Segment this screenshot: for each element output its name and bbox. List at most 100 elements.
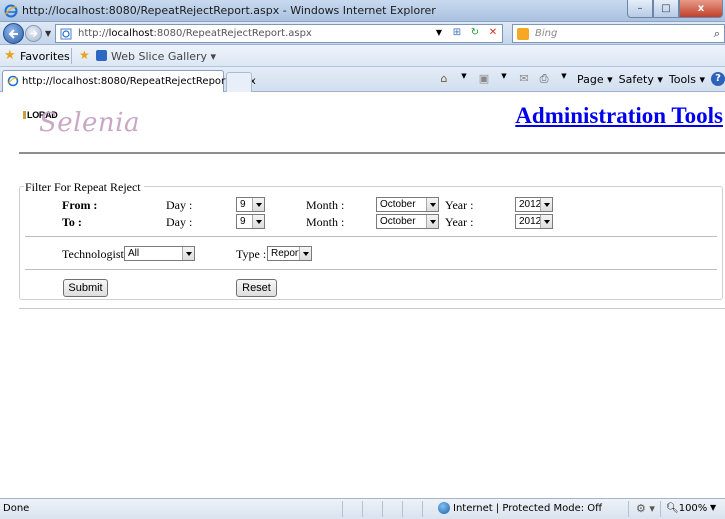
address-field[interactable]: http://localhost:8080/RepeatRejectReport…: [55, 24, 503, 43]
to-day-value: 9: [240, 216, 246, 227]
chevron-down-icon: [252, 198, 264, 211]
page-menu[interactable]: Page ▾: [577, 73, 613, 86]
address-dropdown-icon[interactable]: ▼: [432, 26, 446, 40]
search-icon[interactable]: ⌕: [714, 27, 720, 41]
filter-legend: Filter For Repeat Reject: [24, 180, 144, 195]
internet-zone-icon: [438, 502, 450, 514]
bing-icon: [517, 28, 529, 40]
to-year-label: Year :: [445, 215, 474, 229]
technologist-label: Technologist :: [62, 247, 131, 261]
chevron-down-icon: [426, 198, 438, 211]
stop-icon[interactable]: ✕: [486, 26, 500, 40]
filter-divider-1: [25, 236, 717, 237]
tools-menu[interactable]: Tools ▾: [669, 73, 705, 86]
url-text: http://localhost:8080/RepeatRejectReport…: [78, 28, 312, 39]
forward-arrow-icon: [30, 29, 38, 38]
from-month-label: Month :: [306, 198, 345, 212]
filter-fieldset: [19, 186, 723, 300]
administration-tools-link[interactable]: Administration Tools: [515, 103, 723, 129]
status-separator: [660, 501, 661, 517]
from-label: From :: [62, 198, 98, 212]
status-separator: [628, 501, 629, 517]
mail-icon[interactable]: ✉: [517, 72, 531, 86]
status-separator: [422, 501, 423, 517]
home-dropdown-icon[interactable]: ▼: [457, 72, 471, 86]
status-separator: [362, 501, 363, 517]
to-day-select[interactable]: 9: [236, 214, 265, 229]
chevron-down-icon: [426, 215, 438, 228]
favorites-star-icon[interactable]: ★: [4, 48, 16, 63]
from-month-select[interactable]: October: [376, 197, 439, 212]
search-box[interactable]: Bing ⌕: [512, 24, 725, 43]
status-separator: [402, 501, 403, 517]
close-button[interactable]: x: [679, 0, 723, 18]
search-placeholder: Bing: [535, 28, 558, 39]
chevron-down-icon: [540, 198, 552, 211]
compatibility-view-icon[interactable]: ⊞: [450, 26, 464, 40]
command-bar: ⌂ ▼ ▣ ▼ ✉ ⎙ ▼ Page ▾ Safety ▾ Tools ▾ ?: [437, 72, 725, 86]
back-button[interactable]: [3, 23, 24, 44]
to-day-label: Day :: [166, 215, 193, 229]
tab-current[interactable]: http://localhost:8080/RepeatRejectReport…: [2, 70, 256, 92]
favorites-button[interactable]: Favorites: [20, 50, 70, 63]
to-year-select[interactable]: 2012: [515, 214, 553, 229]
forward-button[interactable]: [25, 25, 42, 42]
type-label: Type :: [236, 247, 267, 261]
window-controls: – □ x: [627, 0, 723, 19]
recent-pages-dropdown-icon[interactable]: ▼: [45, 29, 51, 38]
print-icon[interactable]: ⎙: [537, 72, 551, 86]
to-label: To :: [62, 215, 82, 229]
from-year-value: 2012: [519, 199, 542, 210]
refresh-icon[interactable]: ↻: [468, 26, 482, 40]
help-icon[interactable]: ?: [711, 72, 725, 86]
chevron-down-icon: [252, 215, 264, 228]
status-separator: [382, 501, 383, 517]
back-arrow-icon: [8, 29, 18, 39]
chevron-down-icon: [299, 247, 311, 260]
safety-menu[interactable]: Safety ▾: [619, 73, 663, 86]
type-select[interactable]: Report: [267, 246, 312, 261]
from-day-label: Day :: [166, 198, 193, 212]
to-year-value: 2012: [519, 216, 542, 227]
filter-divider-2: [25, 269, 717, 270]
chevron-down-icon: [182, 247, 194, 260]
header-divider: [19, 152, 725, 154]
tab-bar: http://localhost:8080/RepeatRejectReport…: [0, 67, 725, 92]
ie-logo-icon: [4, 4, 18, 18]
minimize-button[interactable]: –: [627, 0, 653, 18]
page-content: LORAD Selenia Administration Tools Filte…: [0, 92, 725, 498]
protected-mode-icon[interactable]: ⚙ ▾: [636, 502, 655, 515]
zoom-dropdown-icon[interactable]: ▼: [710, 503, 716, 512]
status-text: Done: [3, 503, 30, 514]
selenia-wordmark: Selenia: [39, 108, 140, 138]
feeds-dropdown-icon[interactable]: ▼: [497, 72, 511, 86]
window-title-bar: http://localhost:8080/RepeatRejectReport…: [0, 0, 725, 22]
reset-button[interactable]: Reset: [236, 279, 277, 297]
lorad-mark-icon: [23, 111, 26, 119]
technologist-select[interactable]: All: [124, 246, 195, 261]
security-zone-text[interactable]: Internet | Protected Mode: Off: [453, 503, 602, 514]
zoom-level[interactable]: 🔍︎100%: [666, 503, 707, 514]
feeds-icon[interactable]: ▣: [477, 72, 491, 86]
web-slice-gallery-link[interactable]: Web Slice Gallery ▾: [111, 50, 216, 63]
home-icon[interactable]: ⌂: [437, 72, 451, 86]
print-dropdown-icon[interactable]: ▼: [557, 72, 571, 86]
type-value: Report: [271, 248, 302, 259]
from-month-value: October: [380, 199, 416, 210]
to-month-select[interactable]: October: [376, 214, 439, 229]
from-day-select[interactable]: 9: [236, 197, 265, 212]
maximize-button[interactable]: □: [653, 0, 679, 18]
to-month-label: Month :: [306, 215, 345, 229]
add-favorites-icon[interactable]: ★: [79, 48, 90, 62]
favorites-bar: ★ Favorites ★ Web Slice Gallery ▾: [0, 45, 725, 67]
address-toolbar: ▼ http://localhost:8080/RepeatRejectRepo…: [0, 22, 725, 45]
window-title: http://localhost:8080/RepeatRejectReport…: [22, 4, 436, 17]
to-month-value: October: [380, 216, 416, 227]
from-year-select[interactable]: 2012: [515, 197, 553, 212]
submit-button[interactable]: Submit: [63, 279, 108, 297]
web-slice-icon: [96, 50, 107, 61]
tab-label: http://localhost:8080/RepeatRejectReport…: [22, 76, 256, 87]
new-tab-button[interactable]: [226, 72, 252, 92]
from-day-value: 9: [240, 199, 246, 210]
tab-page-icon: [7, 75, 19, 87]
